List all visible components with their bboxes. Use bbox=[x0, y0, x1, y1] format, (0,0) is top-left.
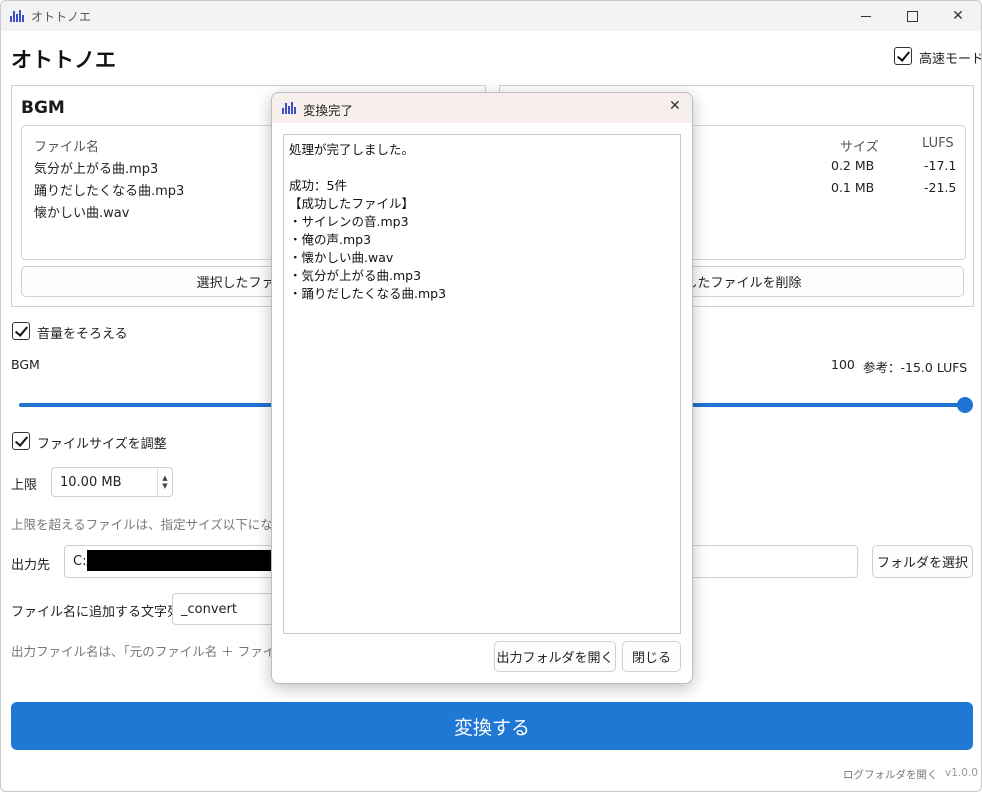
minimize-button[interactable] bbox=[843, 1, 889, 31]
window-title: オトトノエ bbox=[31, 10, 92, 24]
title-bar: オトトノエ ✕ bbox=[1, 1, 981, 31]
equalizer-icon bbox=[10, 10, 24, 22]
filename-column-header: ファイル名 bbox=[34, 140, 100, 155]
bgm-volume-value: 100 bbox=[831, 357, 855, 372]
size-limit-value: 10.00 MB bbox=[60, 474, 122, 490]
message-line bbox=[289, 159, 675, 177]
redacted-path-block bbox=[87, 550, 273, 571]
message-line: 処理が完了しました。 bbox=[289, 142, 415, 157]
dialog-title-bar: 変換完了 ✕ bbox=[272, 93, 692, 123]
spin-buttons[interactable]: ▲ ▼ bbox=[157, 468, 172, 496]
message-line: ・懐かしい曲.wav bbox=[289, 250, 394, 265]
bgm-volume-slider-thumb[interactable] bbox=[957, 397, 973, 413]
output-folder-label: 出力先 bbox=[11, 558, 51, 573]
maximize-button[interactable] bbox=[889, 1, 935, 31]
version-label: v1.0.0 bbox=[945, 767, 978, 779]
bgm-volume-reference: 参考：-15.0 LUFS bbox=[863, 360, 968, 375]
adjust-filesize-checkbox[interactable] bbox=[12, 432, 30, 450]
adjust-filesize-label: ファイルサイズを調整 bbox=[37, 437, 167, 452]
message-line: ・俺の声.mp3 bbox=[289, 232, 372, 247]
app-window: オトトノエ ✕ オトトノエ 高速モード BGM ファイル名 気分が上がる曲.mp… bbox=[0, 0, 982, 792]
lufs-cell: -21.5 bbox=[924, 180, 957, 195]
size-limit-spinbox[interactable]: 10.00 MB ▲ ▼ bbox=[51, 467, 173, 497]
message-line: 成功：5件 bbox=[289, 178, 347, 193]
open-output-folder-label: 出力フォルダを開く bbox=[496, 651, 614, 666]
suffix-label: ファイル名に追加する文字列 bbox=[11, 605, 181, 620]
equalizer-icon bbox=[282, 102, 296, 114]
lufs-cell: -17.1 bbox=[924, 158, 957, 173]
size-limit-label: 上限 bbox=[11, 478, 38, 493]
dialog-title: 変換完了 bbox=[303, 103, 354, 118]
conversion-complete-dialog: 変換完了 ✕ 処理が完了しました。 成功：5件 【成功したファイル】 ・サイレン… bbox=[271, 92, 693, 684]
close-icon: ✕ bbox=[952, 8, 964, 24]
list-item[interactable]: 踊りだしたくなる曲.mp3 bbox=[34, 180, 184, 199]
suffix-value: _convert bbox=[181, 601, 237, 617]
close-icon[interactable]: ✕ bbox=[669, 98, 681, 114]
normalize-volume-label: 音量をそろえる bbox=[37, 327, 128, 342]
fast-mode-label: 高速モード bbox=[919, 52, 982, 67]
normalize-volume-checkbox[interactable] bbox=[12, 322, 30, 340]
result-message-area[interactable]: 処理が完了しました。 成功：5件 【成功したファイル】 ・サイレンの音.mp3 … bbox=[283, 134, 681, 634]
select-folder-label: フォルダを選択 bbox=[876, 556, 968, 571]
bgm-volume-label: BGM bbox=[11, 357, 40, 372]
list-item[interactable]: 気分が上がる曲.mp3 bbox=[34, 158, 158, 177]
open-log-folder-link[interactable]: ログフォルダを開く bbox=[843, 767, 938, 782]
close-window-button[interactable]: ✕ bbox=[935, 1, 981, 31]
minimize-icon bbox=[861, 15, 871, 17]
message-line: 【成功したファイル】 bbox=[289, 196, 415, 211]
chevron-up-icon[interactable]: ▲ bbox=[162, 474, 167, 482]
maximize-icon bbox=[906, 10, 918, 22]
convert-label: 変換する bbox=[453, 716, 530, 739]
suffix-input[interactable]: _convert bbox=[172, 593, 282, 625]
open-output-folder-button[interactable]: 出力フォルダを開く bbox=[494, 641, 616, 672]
fast-mode-checkbox[interactable] bbox=[894, 47, 912, 65]
list-item[interactable]: 懐かしい曲.wav bbox=[34, 202, 129, 221]
dialog-close-label: 閉じる bbox=[631, 651, 671, 666]
select-folder-button[interactable]: フォルダを選択 bbox=[872, 545, 973, 578]
bgm-panel-title: BGM bbox=[21, 98, 65, 118]
message-line: ・サイレンの音.mp3 bbox=[289, 214, 409, 229]
size-cell: 0.1 MB bbox=[831, 180, 875, 195]
size-column-header: サイズ bbox=[840, 140, 879, 155]
message-line: ・気分が上がる曲.mp3 bbox=[289, 268, 422, 283]
app-heading: オトトノエ bbox=[11, 48, 116, 72]
lufs-column-header: LUFS bbox=[922, 136, 954, 151]
convert-button[interactable]: 変換する bbox=[11, 702, 973, 750]
message-line: ・踊りだしたくなる曲.mp3 bbox=[289, 286, 447, 301]
dialog-close-button[interactable]: 閉じる bbox=[622, 641, 681, 672]
chevron-down-icon[interactable]: ▼ bbox=[162, 482, 167, 490]
size-cell: 0.2 MB bbox=[831, 158, 875, 173]
